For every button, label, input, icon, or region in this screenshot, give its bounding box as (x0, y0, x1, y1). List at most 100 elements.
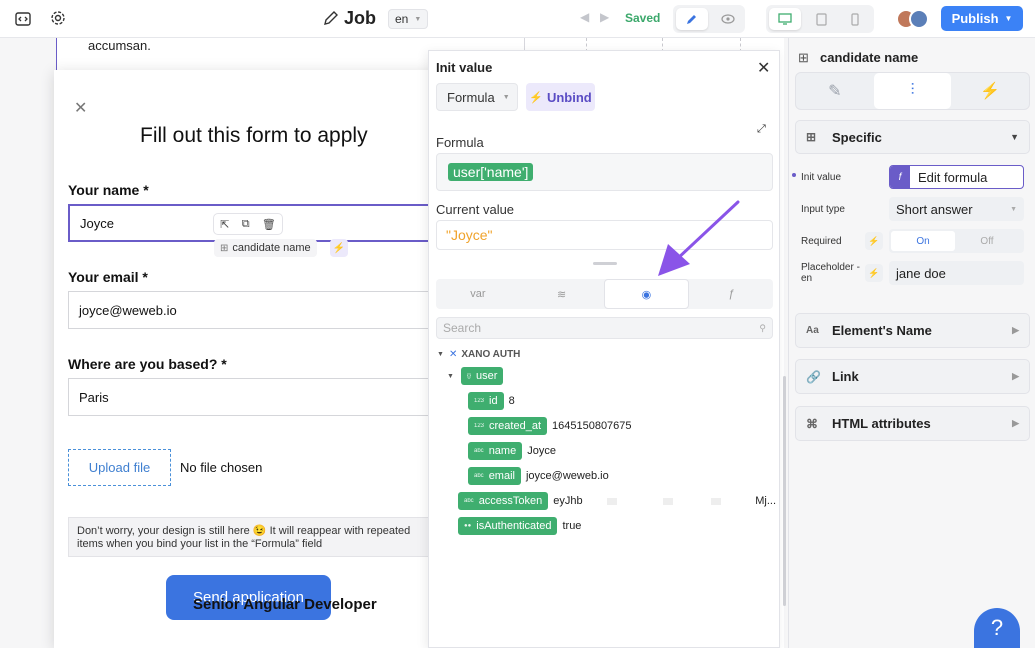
resize-handle[interactable] (593, 262, 617, 265)
bind-plug-icon[interactable]: ⚡ (865, 232, 883, 250)
sliders-icon: ⫶ (910, 82, 915, 99)
placeholder-input[interactable]: jane doe (889, 261, 1024, 285)
section-label: Link (832, 369, 859, 384)
tab-settings[interactable]: ⫶ (873, 73, 952, 109)
search-input[interactable]: Search ⚲ (436, 317, 773, 339)
tab-auth-user[interactable]: ◉ (603, 279, 690, 309)
tree-item-field[interactable]: 123 id 8 (468, 392, 515, 410)
lightning-icon: ⚡ (980, 83, 1001, 100)
required-on-option[interactable]: On (891, 231, 955, 251)
language-select[interactable]: en ▼ (388, 9, 429, 29)
formula-editor[interactable]: user['name'] (436, 153, 773, 191)
formula-token[interactable]: user['name'] (448, 163, 534, 181)
code-icon[interactable] (14, 10, 32, 28)
required-off-option[interactable]: Off (955, 231, 1019, 251)
tree-item-field[interactable]: abc name Joyce (468, 442, 556, 460)
email-value: joyce@weweb.io (79, 302, 177, 318)
tree-item-is-authenticated[interactable]: ●● isAuthenticated true (458, 517, 581, 535)
input-type-label: Input type (801, 204, 845, 215)
variable-tag[interactable]: 123 created_at (468, 417, 547, 435)
tab-collections[interactable]: ≋ (520, 279, 604, 309)
upload-file-button[interactable]: Upload file (68, 449, 171, 486)
formula-popup: Init value ✕ Formula ▼ ⚡ Unbind ⤢ Formul… (428, 50, 786, 648)
duplicate-icon[interactable]: ⧉ (242, 218, 250, 231)
input-type-select[interactable]: Short answer ▼ (889, 197, 1024, 221)
variable-value: true (562, 520, 582, 532)
scrollbar[interactable] (783, 376, 786, 606)
publish-button[interactable]: Publish ▼ (941, 6, 1023, 31)
selected-element-name[interactable]: candidate name (820, 50, 918, 65)
collaborator-avatars[interactable] (896, 9, 929, 29)
location-label: Where are you based? * (68, 356, 227, 372)
name-value: Joyce (80, 215, 114, 231)
selection-edge (56, 38, 57, 70)
redo-icon[interactable]: ▶ (600, 10, 609, 24)
variable-value-end: Mj... (755, 495, 776, 507)
required-label: Required (801, 236, 842, 247)
location-input[interactable]: Paris (68, 378, 438, 416)
help-button[interactable]: ? (974, 608, 1020, 648)
background-text: accumsan. (88, 38, 151, 53)
delete-icon[interactable]: 🗑 (262, 218, 276, 231)
close-icon[interactable]: ✕ (74, 98, 87, 118)
section-html-attributes[interactable]: ⌘ HTML attributes ▶ (795, 406, 1030, 441)
move-icon[interactable]: ⇱ (220, 218, 229, 231)
variable-tag[interactable]: ●● isAuthenticated (458, 517, 558, 535)
variable-tag[interactable]: {} user (460, 367, 504, 385)
section-element-name[interactable]: Aa Element's Name ▶ (795, 313, 1030, 348)
grid-icon: ⊞ (220, 242, 229, 254)
bind-plug-icon[interactable]: ⚡ (865, 264, 883, 282)
grid-icon: ⊞ (806, 130, 817, 144)
binding-mode-select[interactable]: Formula ▼ (436, 83, 518, 111)
element-name-tag[interactable]: ⊞ candidate name (214, 239, 317, 257)
unbind-button[interactable]: ⚡ Unbind (526, 83, 595, 111)
section-specific[interactable]: ⊞ Specific ▼ (795, 120, 1030, 154)
desktop-view-button[interactable] (769, 8, 801, 30)
avatar (909, 9, 929, 29)
variable-tag[interactable]: abc email (468, 467, 521, 485)
grid-icon: ⊞ (798, 50, 809, 65)
unplug-icon: ⚡ (529, 91, 543, 104)
binding-mode-value: Formula (447, 89, 495, 105)
variable-tag[interactable]: 123 id (468, 392, 504, 410)
tablet-view-button[interactable] (806, 8, 836, 30)
desktop-icon (778, 13, 792, 25)
formula-label: Formula (436, 135, 484, 150)
tab-variables[interactable]: var (436, 279, 520, 309)
name-label: Your name * (68, 182, 149, 198)
edit-formula-button[interactable]: f Edit formula (889, 165, 1024, 189)
section-link[interactable]: 🔗 Link ▶ (795, 359, 1030, 394)
preview-mode-button[interactable] (713, 8, 743, 30)
variable-tag[interactable]: abc accessToken (458, 492, 549, 510)
panel-tabs: ✎ ⫶ ⚡ (795, 72, 1030, 110)
text-aa-icon: Aa (806, 325, 819, 336)
variable-key: isAuthenticated (476, 520, 552, 532)
tree-group-xano-auth[interactable]: ▼ ✕ XANO AUTH (437, 345, 520, 363)
input-type-value: Short answer (896, 201, 973, 217)
application-form-modal: ✕ Fill out this form to apply Your name … (54, 70, 444, 648)
variable-tag[interactable]: abc name (468, 442, 523, 460)
tree-item-field[interactable]: abc email joyce@weweb.io (468, 467, 609, 485)
tab-formulas[interactable]: ƒ (689, 279, 773, 309)
tree-item-field[interactable]: 123 created_at 1645150807675 (468, 417, 632, 435)
tab-style[interactable]: ✎ (796, 73, 874, 109)
brush-icon: ✎ (828, 83, 842, 100)
variable-value: joyce@weweb.io (525, 470, 609, 482)
email-input[interactable]: joyce@weweb.io (68, 291, 438, 329)
settings-gear-icon[interactable] (49, 9, 67, 27)
caret-right-icon: ▶ (1012, 325, 1019, 335)
tab-workflows[interactable]: ⚡ (951, 73, 1029, 109)
tree-group-label: XANO AUTH (461, 348, 521, 360)
page-title[interactable]: Job (344, 8, 376, 29)
bound-plug-icon[interactable]: ⚡ (330, 239, 348, 257)
top-bar: Job en ▼ ◀ ▶ Saved Publish ▼ (0, 0, 1035, 38)
mobile-view-button[interactable] (840, 8, 870, 30)
tree-item-access-token[interactable]: abc accessToken eyJhb Mj... (458, 492, 776, 510)
tree-item-user[interactable]: ▼ {} user (447, 367, 508, 385)
edit-pencil-icon[interactable] (322, 9, 340, 27)
undo-icon[interactable]: ◀ (580, 10, 589, 24)
expand-icon[interactable]: ⤢ (757, 123, 766, 136)
variable-key: created_at (489, 420, 541, 432)
edit-mode-button[interactable] (676, 8, 708, 30)
close-icon[interactable]: ✕ (757, 58, 770, 78)
